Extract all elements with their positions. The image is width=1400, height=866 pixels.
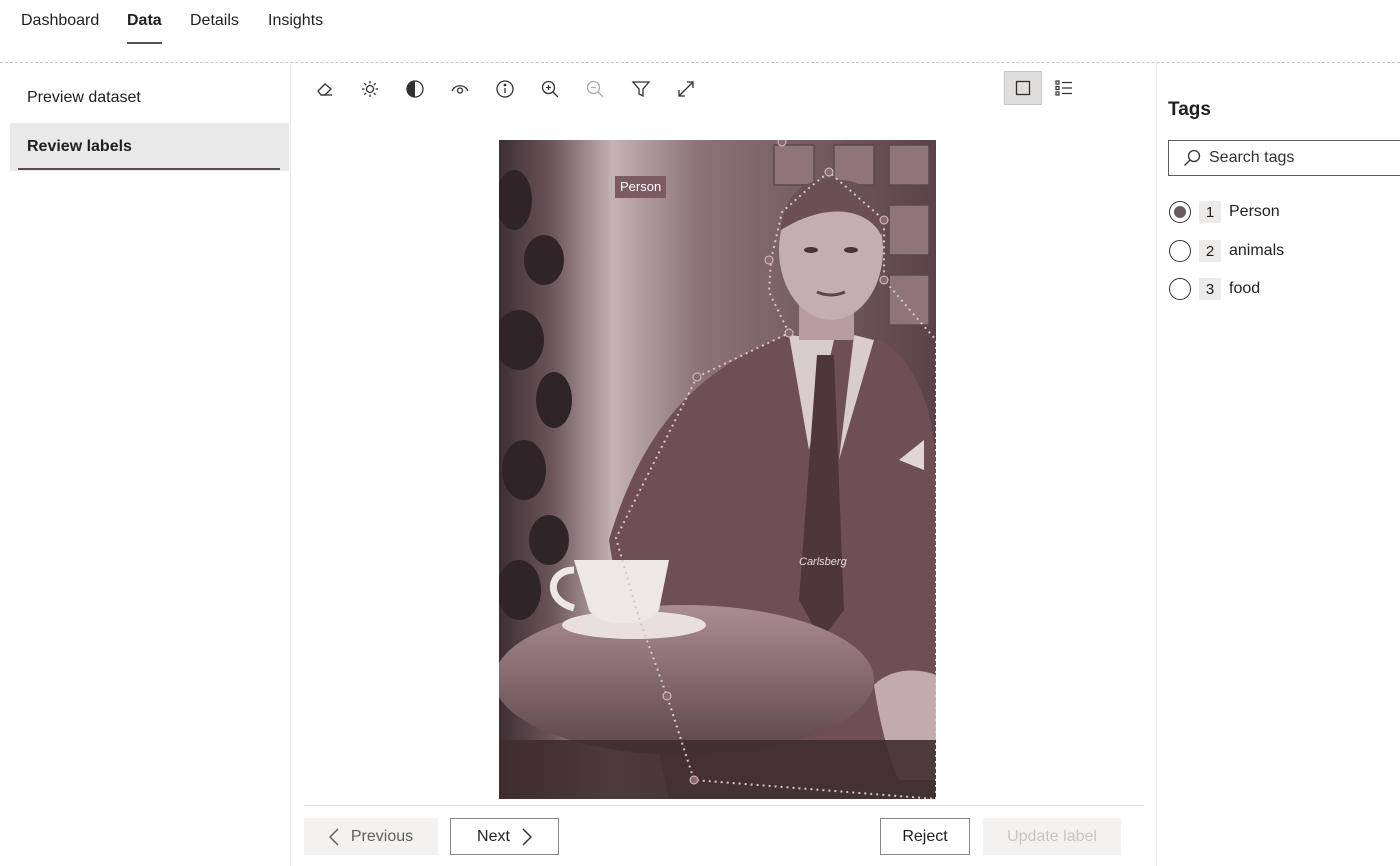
reject-button[interactable]: Reject — [880, 818, 970, 855]
tag-name: Person — [1229, 203, 1280, 220]
tab-insights[interactable]: Insights — [268, 10, 323, 46]
search-tags-input[interactable]: Search tags — [1168, 140, 1400, 176]
previous-button[interactable]: Previous — [304, 818, 438, 855]
filter-icon[interactable] — [626, 74, 656, 104]
tag-option-food[interactable]: 3 food — [1169, 276, 1260, 302]
labeled-image: Carlsberg — [499, 140, 936, 799]
next-button[interactable]: Next — [450, 818, 559, 855]
tag-name: food — [1229, 280, 1261, 297]
tab-dashboard[interactable]: Dashboard — [21, 10, 99, 46]
info-icon[interactable] — [490, 74, 520, 104]
tag-radio[interactable] — [1169, 240, 1191, 262]
update-label-button[interactable]: Update label — [983, 818, 1121, 855]
tag-radio[interactable] — [1169, 278, 1191, 300]
tab-details[interactable]: Details — [190, 10, 239, 46]
tag-hotkey: 2 — [1199, 240, 1221, 262]
expand-icon[interactable] — [671, 74, 701, 104]
list-view-button[interactable] — [1045, 71, 1083, 105]
tag-name: animals — [1229, 242, 1285, 259]
nav-item-preview-dataset[interactable]: Preview dataset — [10, 74, 289, 122]
tag-option-animals[interactable]: 2 animals — [1169, 238, 1284, 264]
zoom-in-icon[interactable] — [535, 74, 565, 104]
image-canvas[interactable]: Carlsberg Person — [499, 140, 936, 799]
tab-data[interactable]: Data — [127, 10, 162, 46]
brightness-icon[interactable] — [355, 74, 385, 104]
eye-icon[interactable] — [445, 74, 475, 104]
single-view-icon — [1015, 80, 1031, 96]
tag-hotkey: 3 — [1199, 278, 1221, 300]
tag-radio[interactable] — [1169, 201, 1191, 223]
single-view-button[interactable] — [1004, 71, 1042, 105]
search-icon — [1184, 149, 1201, 166]
tag-option-person[interactable]: 1 Person — [1169, 199, 1280, 225]
tags-title: Tags — [1168, 99, 1211, 120]
reject-label: Reject — [902, 827, 948, 845]
eraser-icon[interactable] — [310, 74, 340, 104]
chevron-left-icon — [328, 827, 339, 846]
search-placeholder: Search tags — [1209, 149, 1295, 166]
next-label: Next — [477, 827, 510, 845]
carlsberg-watermark: Carlsberg — [799, 556, 848, 568]
top-tab-bar: Dashboard Data Details Insights — [0, 0, 1400, 63]
nav-item-review-labels[interactable]: Review labels — [10, 123, 289, 171]
zoom-out-icon[interactable] — [580, 74, 610, 104]
previous-label: Previous — [350, 827, 414, 845]
contrast-icon[interactable] — [400, 74, 430, 104]
tags-panel — [1156, 63, 1400, 866]
update-label-text: Update label — [1007, 827, 1097, 845]
left-nav: Preview dataset Review labels — [0, 63, 291, 866]
bbox-label-tag: Person — [615, 176, 667, 198]
list-view-icon — [1055, 80, 1072, 96]
tag-hotkey: 1 — [1199, 201, 1221, 223]
content-divider — [304, 805, 1144, 806]
chevron-right-icon — [522, 827, 532, 846]
